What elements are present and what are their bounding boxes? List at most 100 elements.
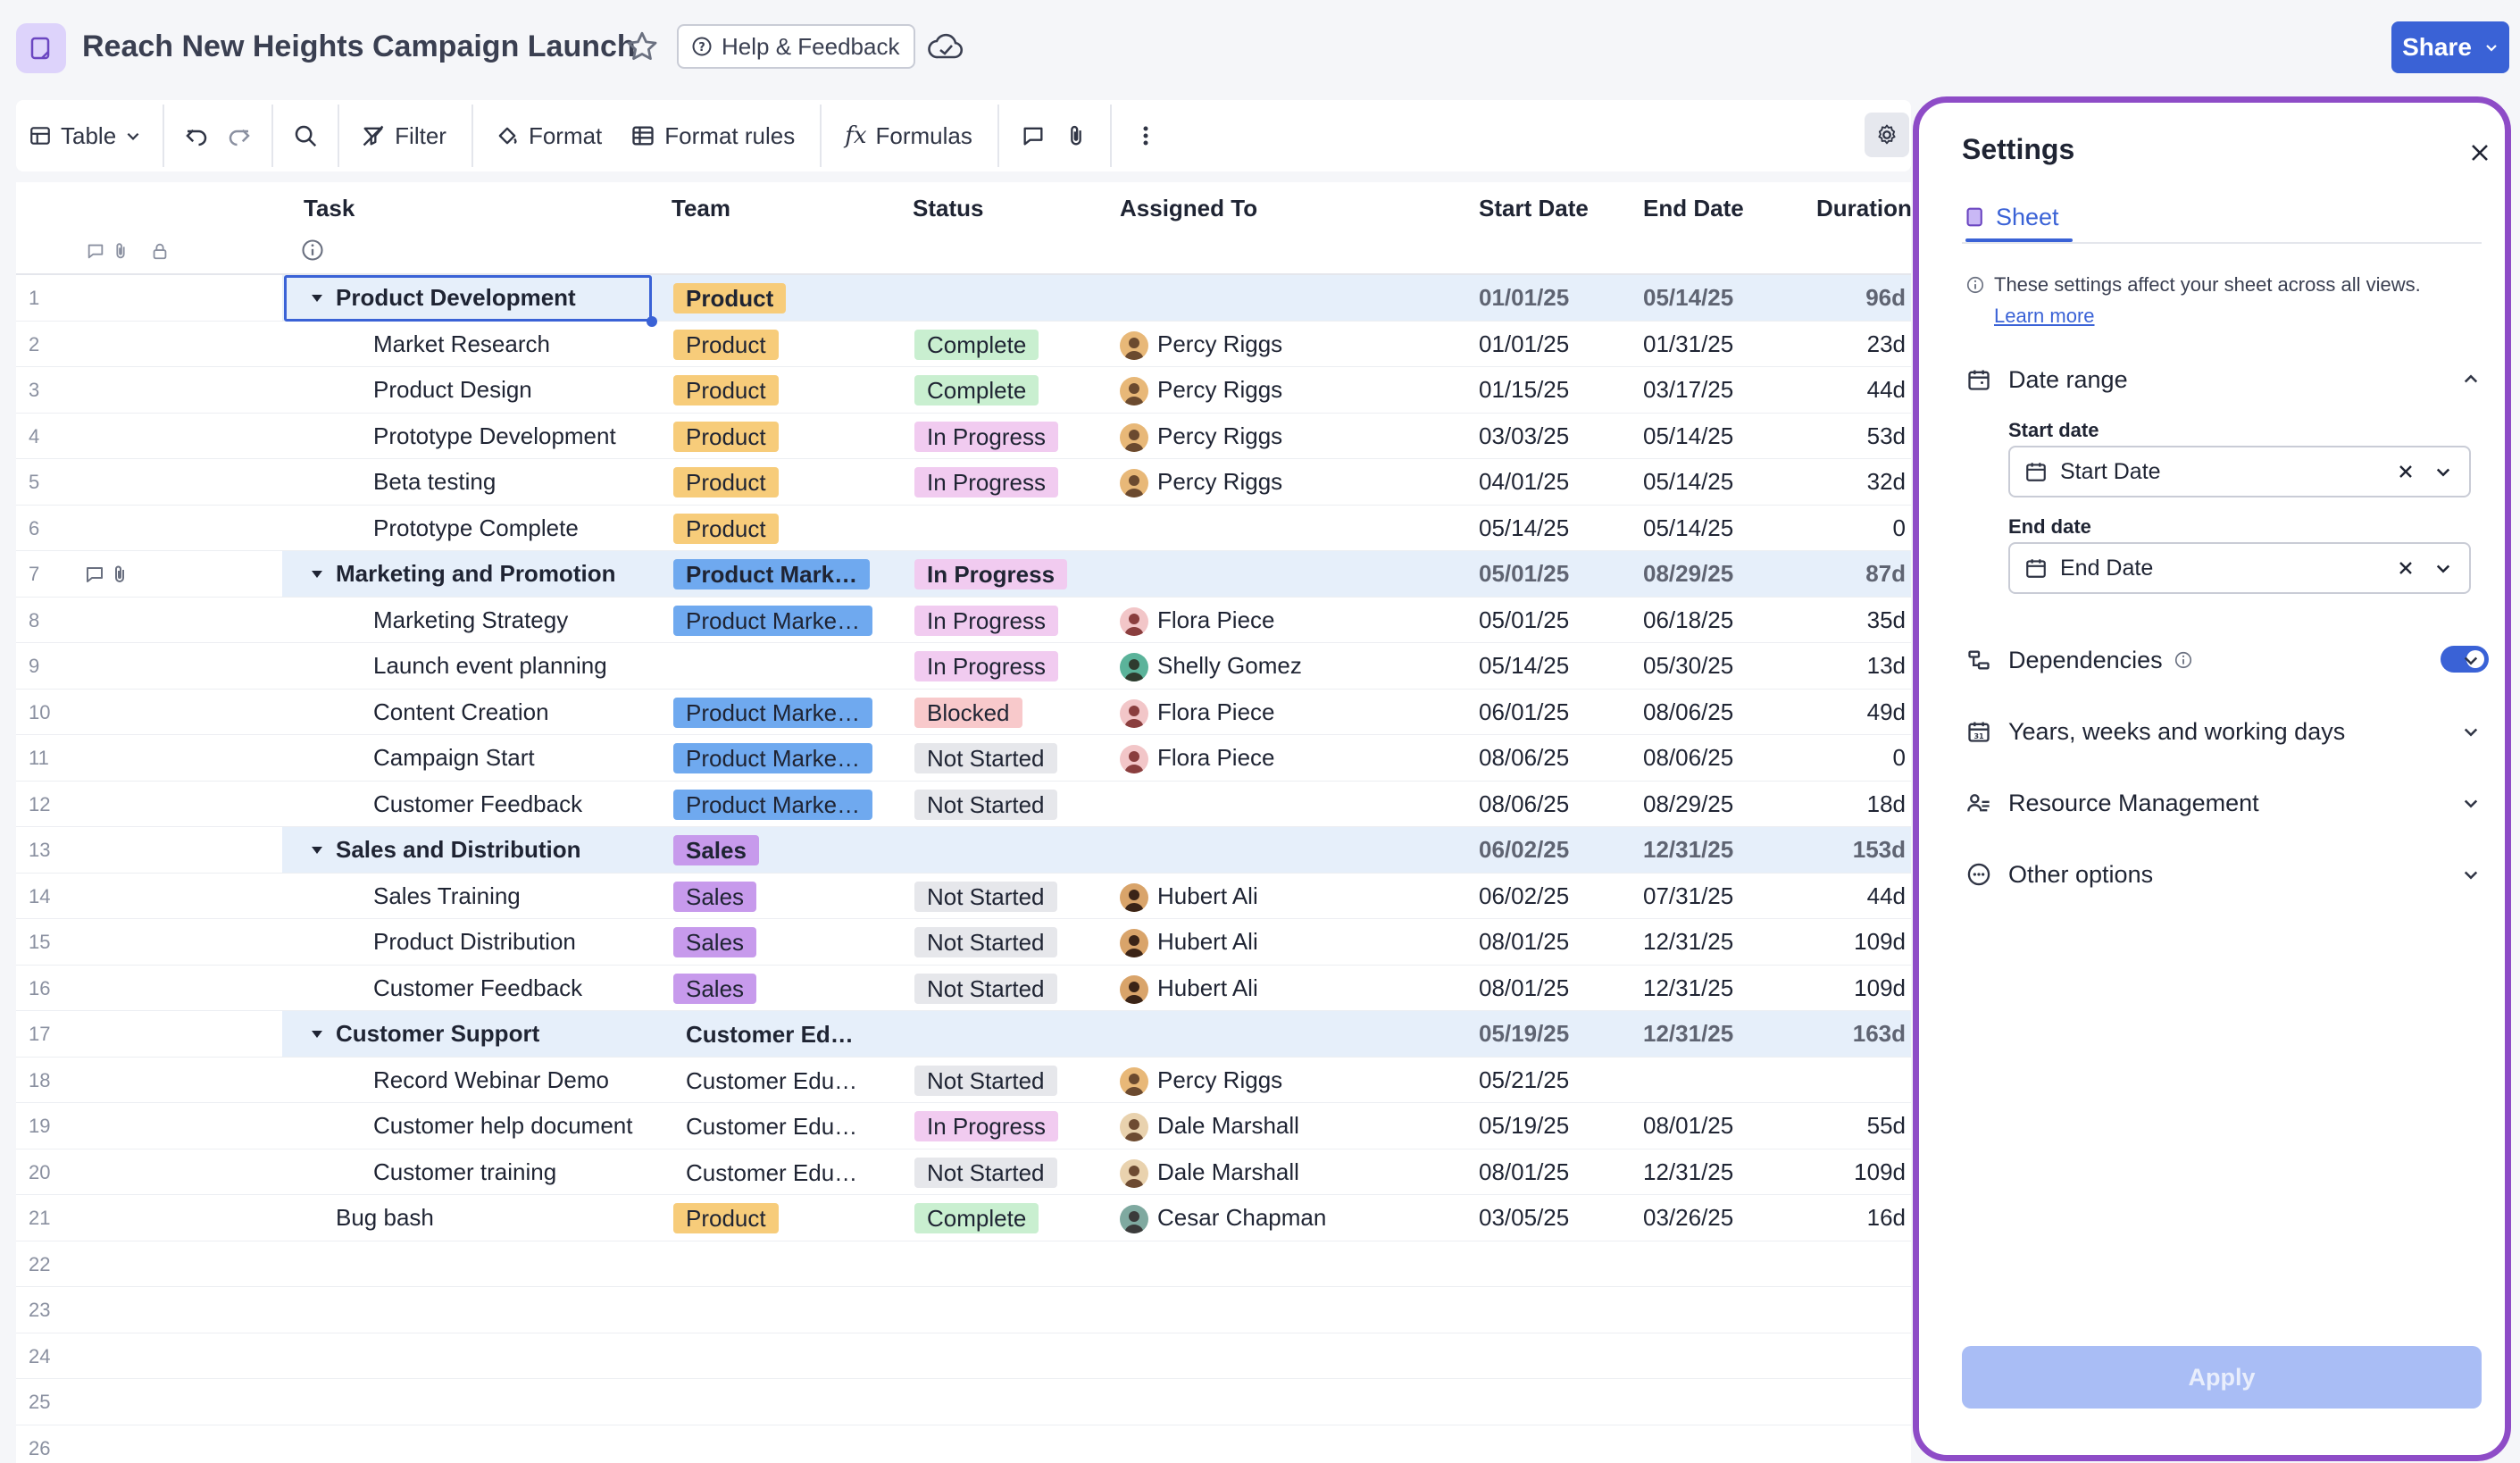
start-date-cell[interactable]: 05/21/25 (1479, 1058, 1569, 1103)
table-row[interactable]: 24 (16, 1333, 1911, 1379)
end-date-cell[interactable]: 03/17/25 (1643, 367, 1733, 413)
status-badge[interactable]: Not Started (914, 927, 1057, 957)
status-badge[interactable]: In Progress (914, 1111, 1058, 1141)
duration-cell[interactable]: 96d (1802, 275, 1906, 321)
row-number[interactable]: 4 (29, 414, 39, 459)
table-row[interactable]: 14 Sales Training Sales Not Started Hubert A… (16, 874, 1911, 919)
team-tag[interactable]: Product Marke… (673, 789, 873, 820)
row-number[interactable]: 11 (29, 735, 49, 781)
end-date-cell[interactable]: 12/31/25 (1643, 1011, 1733, 1057)
formulas-button[interactable]: 𝑓x Formulas (822, 100, 997, 171)
team-tag[interactable]: Product Mark… (673, 559, 871, 589)
team-tag[interactable]: Customer Edu… (686, 1158, 857, 1188)
row-number[interactable]: 26 (29, 1425, 50, 1463)
table-row[interactable]: 16 Customer Feedback Sales Not Started Huber… (16, 966, 1911, 1011)
team-tag[interactable]: Product Marke… (673, 605, 873, 636)
assignee-name[interactable]: Dale Marshall (1157, 1150, 1299, 1195)
task-cell[interactable]: Market Research (373, 322, 652, 367)
assignee-name[interactable]: Percy Riggs (1157, 1058, 1282, 1103)
start-date-cell[interactable]: 08/01/25 (1479, 966, 1569, 1011)
start-date-cell[interactable]: 05/01/25 (1479, 598, 1569, 643)
status-badge[interactable]: Complete (914, 329, 1039, 360)
row-number[interactable]: 3 (29, 367, 39, 413)
team-tag[interactable]: Product (673, 421, 779, 452)
task-cell[interactable]: Beta testing (373, 459, 652, 505)
view-switcher[interactable]: Table (16, 100, 154, 171)
assignee-name[interactable]: Flora Piece (1157, 598, 1275, 643)
table-row[interactable]: 25 (16, 1379, 1911, 1425)
start-date-cell[interactable]: 08/01/25 (1479, 1150, 1569, 1195)
table-row[interactable]: 19 Customer help document Customer Edu… In … (16, 1103, 1911, 1150)
task-cell[interactable]: Bug bash (336, 1195, 652, 1241)
column-header-team[interactable]: Team (672, 195, 730, 222)
status-badge[interactable]: In Progress (914, 605, 1058, 636)
status-badge[interactable]: In Progress (914, 559, 1068, 589)
row-number[interactable]: 2 (29, 322, 39, 367)
assignee-name[interactable]: Hubert Ali (1157, 966, 1258, 1011)
task-cell[interactable]: Content Creation (373, 690, 652, 735)
end-date-cell[interactable]: 05/14/25 (1643, 275, 1733, 321)
table-row-parent[interactable]: 13 Sales and Distribution Sales 06/02/25 12/… (16, 827, 1911, 874)
start-date-cell[interactable]: 06/02/25 (1479, 827, 1569, 873)
help-feedback-button[interactable]: ? Help & Feedback (677, 24, 916, 69)
end-date-cell[interactable]: 05/14/25 (1643, 414, 1733, 459)
end-date-cell[interactable]: 08/01/25 (1643, 1103, 1733, 1149)
team-tag[interactable]: Sales (673, 881, 757, 912)
row-number[interactable]: 18 (29, 1058, 50, 1103)
settings-gear-button[interactable] (1865, 113, 1909, 157)
comment-icon[interactable] (84, 564, 105, 585)
team-tag[interactable]: Customer Ed… (686, 1019, 854, 1049)
row-number[interactable]: 15 (29, 919, 50, 965)
start-date-cell[interactable]: 01/15/25 (1479, 367, 1569, 413)
end-date-cell[interactable]: 06/18/25 (1643, 598, 1733, 643)
table-row[interactable]: 15 Product Distribution Sales Not Started Hu… (16, 919, 1911, 966)
assignee-name[interactable]: Flora Piece (1157, 690, 1275, 735)
duration-cell[interactable]: 55d (1802, 1103, 1906, 1149)
duration-cell[interactable]: 44d (1802, 874, 1906, 919)
status-badge[interactable]: Blocked (914, 697, 1022, 728)
task-cell[interactable]: Customer Feedback (373, 782, 652, 827)
status-badge[interactable]: In Progress (914, 467, 1058, 497)
task-cell[interactable]: Sales and Distribution (336, 827, 652, 873)
end-date-cell[interactable]: 08/29/25 (1643, 551, 1733, 597)
status-badge[interactable]: Not Started (914, 973, 1057, 1004)
row-number[interactable]: 21 (29, 1195, 50, 1241)
clear-icon[interactable] (2394, 556, 2417, 580)
start-date-cell[interactable]: 08/06/25 (1479, 782, 1569, 827)
date-range-section-header[interactable]: Date range (1965, 358, 2483, 401)
table-row[interactable]: 23 (16, 1287, 1911, 1333)
column-header-duration[interactable]: Duration (1816, 195, 1911, 222)
end-date-cell[interactable]: 12/31/25 (1643, 966, 1733, 1011)
team-tag[interactable]: Customer Edu… (686, 1111, 857, 1141)
end-date-cell[interactable]: 08/06/25 (1643, 690, 1733, 735)
assignee-name[interactable]: Dale Marshall (1157, 1103, 1299, 1149)
task-cell[interactable]: Customer training (373, 1150, 652, 1195)
duration-cell[interactable]: 16d (1802, 1195, 1906, 1241)
row-number[interactable]: 23 (29, 1287, 50, 1333)
start-date-cell[interactable]: 08/01/25 (1479, 919, 1569, 965)
status-badge[interactable]: Not Started (914, 1065, 1057, 1096)
chevron-down-icon[interactable] (2432, 556, 2455, 580)
resource-management-section-header[interactable]: Resource Management (1965, 782, 2483, 824)
attachment-icon[interactable] (1055, 100, 1097, 171)
task-cell[interactable]: Product Design (373, 367, 652, 413)
team-tag[interactable]: Product (673, 1203, 779, 1233)
team-tag[interactable]: Product (673, 375, 779, 405)
assignee-name[interactable]: Flora Piece (1157, 735, 1275, 781)
start-date-cell[interactable]: 03/05/25 (1479, 1195, 1569, 1241)
row-number[interactable]: 10 (29, 690, 50, 735)
more-options-icon[interactable] (1124, 100, 1167, 171)
team-tag[interactable]: Product (673, 329, 779, 360)
column-header-task[interactable]: Task (304, 195, 355, 222)
apply-button[interactable]: Apply (1962, 1346, 2482, 1409)
fill-handle[interactable] (647, 316, 657, 327)
end-date-select[interactable]: End Date (2008, 542, 2471, 594)
duration-cell[interactable]: 109d (1802, 1150, 1906, 1195)
row-number[interactable]: 19 (29, 1103, 50, 1149)
end-date-cell[interactable]: 07/31/25 (1643, 874, 1733, 919)
collapse-caret-icon[interactable] (305, 840, 329, 860)
status-badge[interactable]: In Progress (914, 651, 1058, 681)
row-number[interactable]: 12 (29, 782, 50, 827)
share-button[interactable]: Share (2391, 21, 2509, 73)
task-cell[interactable]: Customer Feedback (373, 966, 652, 1011)
